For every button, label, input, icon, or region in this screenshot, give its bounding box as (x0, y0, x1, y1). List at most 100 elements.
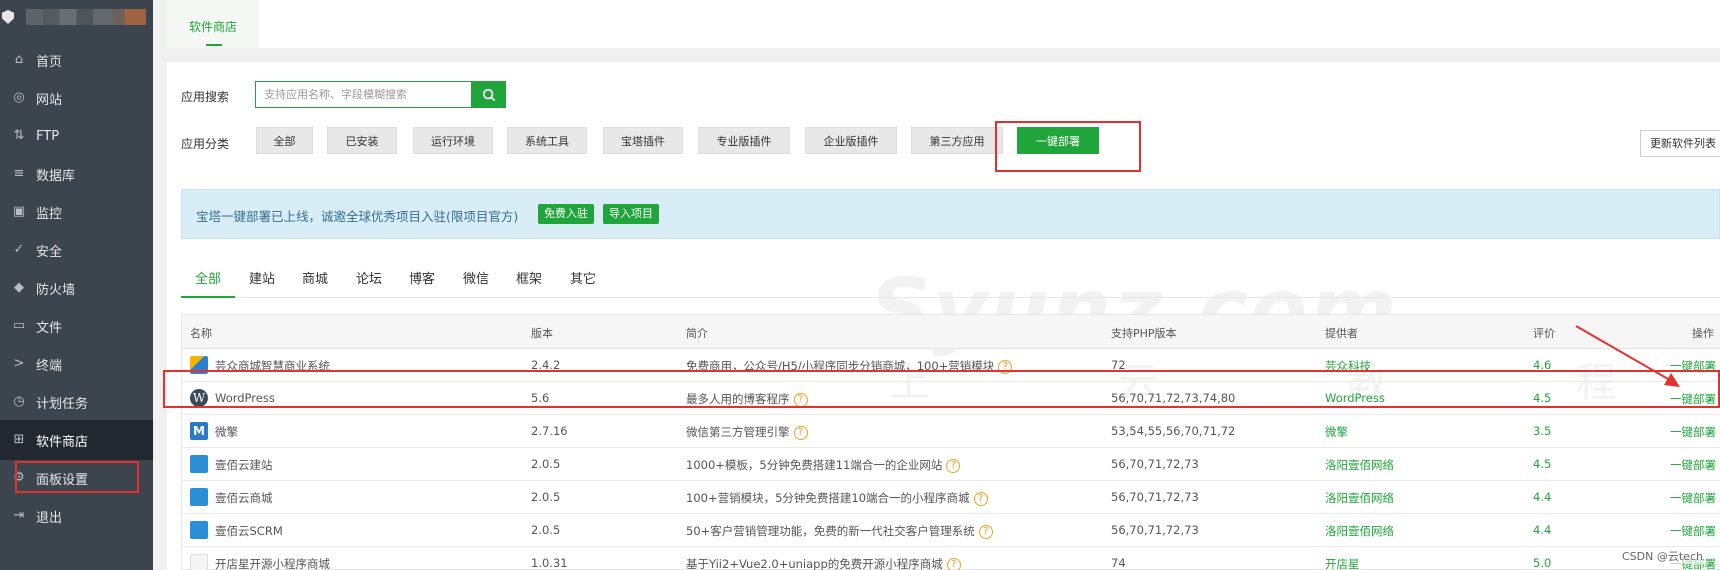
sidebar-item-security[interactable]: ✓ 安全 (0, 230, 153, 270)
logout-icon: ⇥ (13, 508, 25, 523)
sidebar-item-app-store[interactable]: ⊞ 软件商店 (0, 420, 153, 460)
tab-app-store[interactable]: 软件商店 (167, 0, 259, 48)
yibai-site-icon (190, 455, 208, 473)
search-label: 应用搜索 (181, 90, 230, 104)
search-input[interactable]: 支持应用名称、字段模糊搜索 (255, 81, 471, 108)
row-version: 2.0.5 (531, 457, 561, 471)
subtab-other[interactable]: 其它 (570, 268, 596, 287)
notice-banner: 宝塔一键部署已上线，诚邀全球优秀项目入驻(限项目官方) 免费入驻 导入项目 (181, 189, 1720, 239)
sidebar-item-database[interactable]: ≡ 数据库 (0, 154, 153, 194)
monitor-icon: ▣ (12, 204, 26, 219)
apps-icon: ⊞ (13, 432, 25, 447)
sidebar-item-monitor[interactable]: ▣ 监控 (0, 192, 153, 232)
table-row: 壹佰云SCRM 2.0.5 50+客户营销管理功能，免费的新一代社交客户管理系统… (182, 514, 1720, 547)
software-table: 名称 版本 简介 支持PHP版本 提供者 评价 操作 芸众商城智慧商业系统 2.… (181, 314, 1720, 570)
subtab-active-underline (181, 296, 235, 298)
row-name: 开店星开源小程序商城 (215, 557, 330, 570)
yibai-scrm-icon (190, 521, 208, 539)
sidebar-header (0, 0, 153, 34)
row-rating: 4.4 (1533, 490, 1552, 504)
row-version: 2.0.5 (531, 523, 561, 537)
col-provider: 提供者 (1325, 327, 1358, 340)
category-runtime[interactable]: 运行环境 (413, 127, 493, 154)
subtab-site[interactable]: 建站 (249, 268, 275, 287)
row-desc: 微信第三方管理引擎? (686, 424, 808, 440)
category-bt-plugins[interactable]: 宝塔插件 (603, 127, 683, 154)
search-icon (482, 88, 495, 101)
subtab-blog[interactable]: 博客 (409, 268, 435, 287)
sidebar-item-files[interactable]: ▭ 文件 (0, 306, 153, 346)
row-provider-link[interactable]: 微擎 (1325, 424, 1348, 440)
sidebar-item-label: 首页 (36, 54, 63, 70)
sidebar-item-logout[interactable]: ⇥ 退出 (0, 496, 153, 536)
row-provider-link[interactable]: 开店星 (1325, 556, 1360, 570)
help-icon[interactable]: ? (946, 458, 961, 473)
blurred-server-name (26, 9, 146, 25)
row-name: 壹佰云SCRM (215, 524, 283, 538)
sidebar-item-label: 监控 (36, 206, 63, 222)
top-tab-bar: 软件商店 (167, 0, 1720, 48)
category-label: 应用分类 (181, 137, 230, 151)
category-all[interactable]: 全部 (256, 127, 313, 154)
subtab-wechat[interactable]: 微信 (463, 268, 489, 287)
col-rating: 评价 (1533, 327, 1555, 340)
sidebar-item-terminal[interactable]: > 终端 (0, 344, 153, 384)
row-desc: 50+客户营销管理功能，免费的新一代社交客户管理系统? (686, 523, 993, 539)
category-system-tools[interactable]: 系统工具 (507, 127, 587, 154)
sidebar-item-home[interactable]: ⌂ 首页 (0, 40, 153, 80)
help-icon[interactable]: ? (978, 524, 993, 539)
footer-credit: CSDN @云tech (1622, 548, 1703, 564)
deploy-button[interactable]: 一键部署 (1670, 523, 1716, 539)
sidebar-item-label: 退出 (36, 510, 63, 526)
deploy-button[interactable]: 一键部署 (1670, 490, 1716, 506)
clock-icon: ◷ (13, 394, 25, 409)
sidebar-item-website[interactable]: ◎ 网站 (0, 78, 153, 118)
table-header: 名称 版本 简介 支持PHP版本 提供者 评价 操作 (182, 315, 1720, 349)
row-php: 56,70,71,72,73 (1111, 490, 1199, 504)
row-provider-link[interactable]: 洛阳壹佰网络 (1325, 490, 1394, 506)
import-project-button[interactable]: 导入项目 (603, 204, 659, 224)
category-enterprise-plugins[interactable]: 企业版插件 (805, 127, 897, 154)
category-third-party[interactable]: 第三方应用 (911, 127, 1003, 154)
row-desc: 基于Yii2+Vue2.0+uniapp的免费开源小程序商城? (686, 556, 961, 570)
row-php: 74 (1111, 556, 1126, 570)
help-icon[interactable]: ? (973, 491, 988, 506)
sidebar-item-label: 防火墙 (36, 282, 76, 298)
row-rating: 4.5 (1533, 457, 1552, 471)
deploy-button[interactable]: 一键部署 (1670, 424, 1716, 440)
globe-icon: ◎ (13, 90, 25, 105)
yibai-mall-icon (190, 488, 208, 506)
row-desc-text: 50+客户营销管理功能，免费的新一代社交客户管理系统 (686, 524, 975, 538)
sidebar-item-label: 终端 (36, 358, 63, 374)
category-installed[interactable]: 已安装 (327, 127, 397, 154)
row-desc-text: 100+营销模块，5分钟免费搭建10端合一的小程序商城 (686, 491, 970, 505)
search-button[interactable] (471, 81, 506, 108)
help-icon[interactable]: ? (793, 425, 808, 440)
category-pro-plugins[interactable]: 专业版插件 (698, 127, 790, 154)
sidebar-item-label: 文件 (36, 320, 63, 336)
weiqing-icon: M (190, 422, 208, 440)
update-software-list-button[interactable]: 更新软件列表 (1640, 130, 1720, 157)
col-desc: 简介 (686, 327, 708, 340)
subtab-mall[interactable]: 商城 (302, 268, 328, 287)
row-desc-text: 基于Yii2+Vue2.0+uniapp的免费开源小程序商城 (686, 557, 943, 570)
row-provider-link[interactable]: 洛阳壹佰网络 (1325, 457, 1394, 473)
help-icon[interactable]: ? (946, 557, 961, 570)
subtab-framework[interactable]: 框架 (516, 268, 542, 287)
table-row: 开店星开源小程序商城 1.0.31 基于Yii2+Vue2.0+uniapp的免… (182, 547, 1720, 570)
sidebar-item-ftp[interactable]: ⇅ FTP (0, 116, 153, 156)
subtab-forum[interactable]: 论坛 (356, 268, 382, 287)
deploy-button[interactable]: 一键部署 (1670, 457, 1716, 473)
sidebar-item-firewall[interactable]: ◆ 防火墙 (0, 268, 153, 308)
row-desc: 1000+模板，5分钟免费搭建11端合一的企业网站? (686, 457, 961, 473)
col-name: 名称 (190, 327, 212, 340)
table-row: 壹佰云建站 2.0.5 1000+模板，5分钟免费搭建11端合一的企业网站? 5… (182, 448, 1720, 481)
subtab-all[interactable]: 全部 (195, 268, 221, 287)
row-version: 1.0.31 (531, 556, 568, 570)
free-join-button[interactable]: 免费入驻 (538, 204, 594, 224)
row-provider-link[interactable]: 洛阳壹佰网络 (1325, 523, 1394, 539)
row-rating: 5.0 (1533, 556, 1552, 570)
table-row: M 微擎 2.7.16 微信第三方管理引擎? 53,54,55,56,70,71… (182, 415, 1720, 448)
sidebar-item-cron[interactable]: ◷ 计划任务 (0, 382, 153, 422)
row-name: 壹佰云建站 (215, 458, 273, 472)
